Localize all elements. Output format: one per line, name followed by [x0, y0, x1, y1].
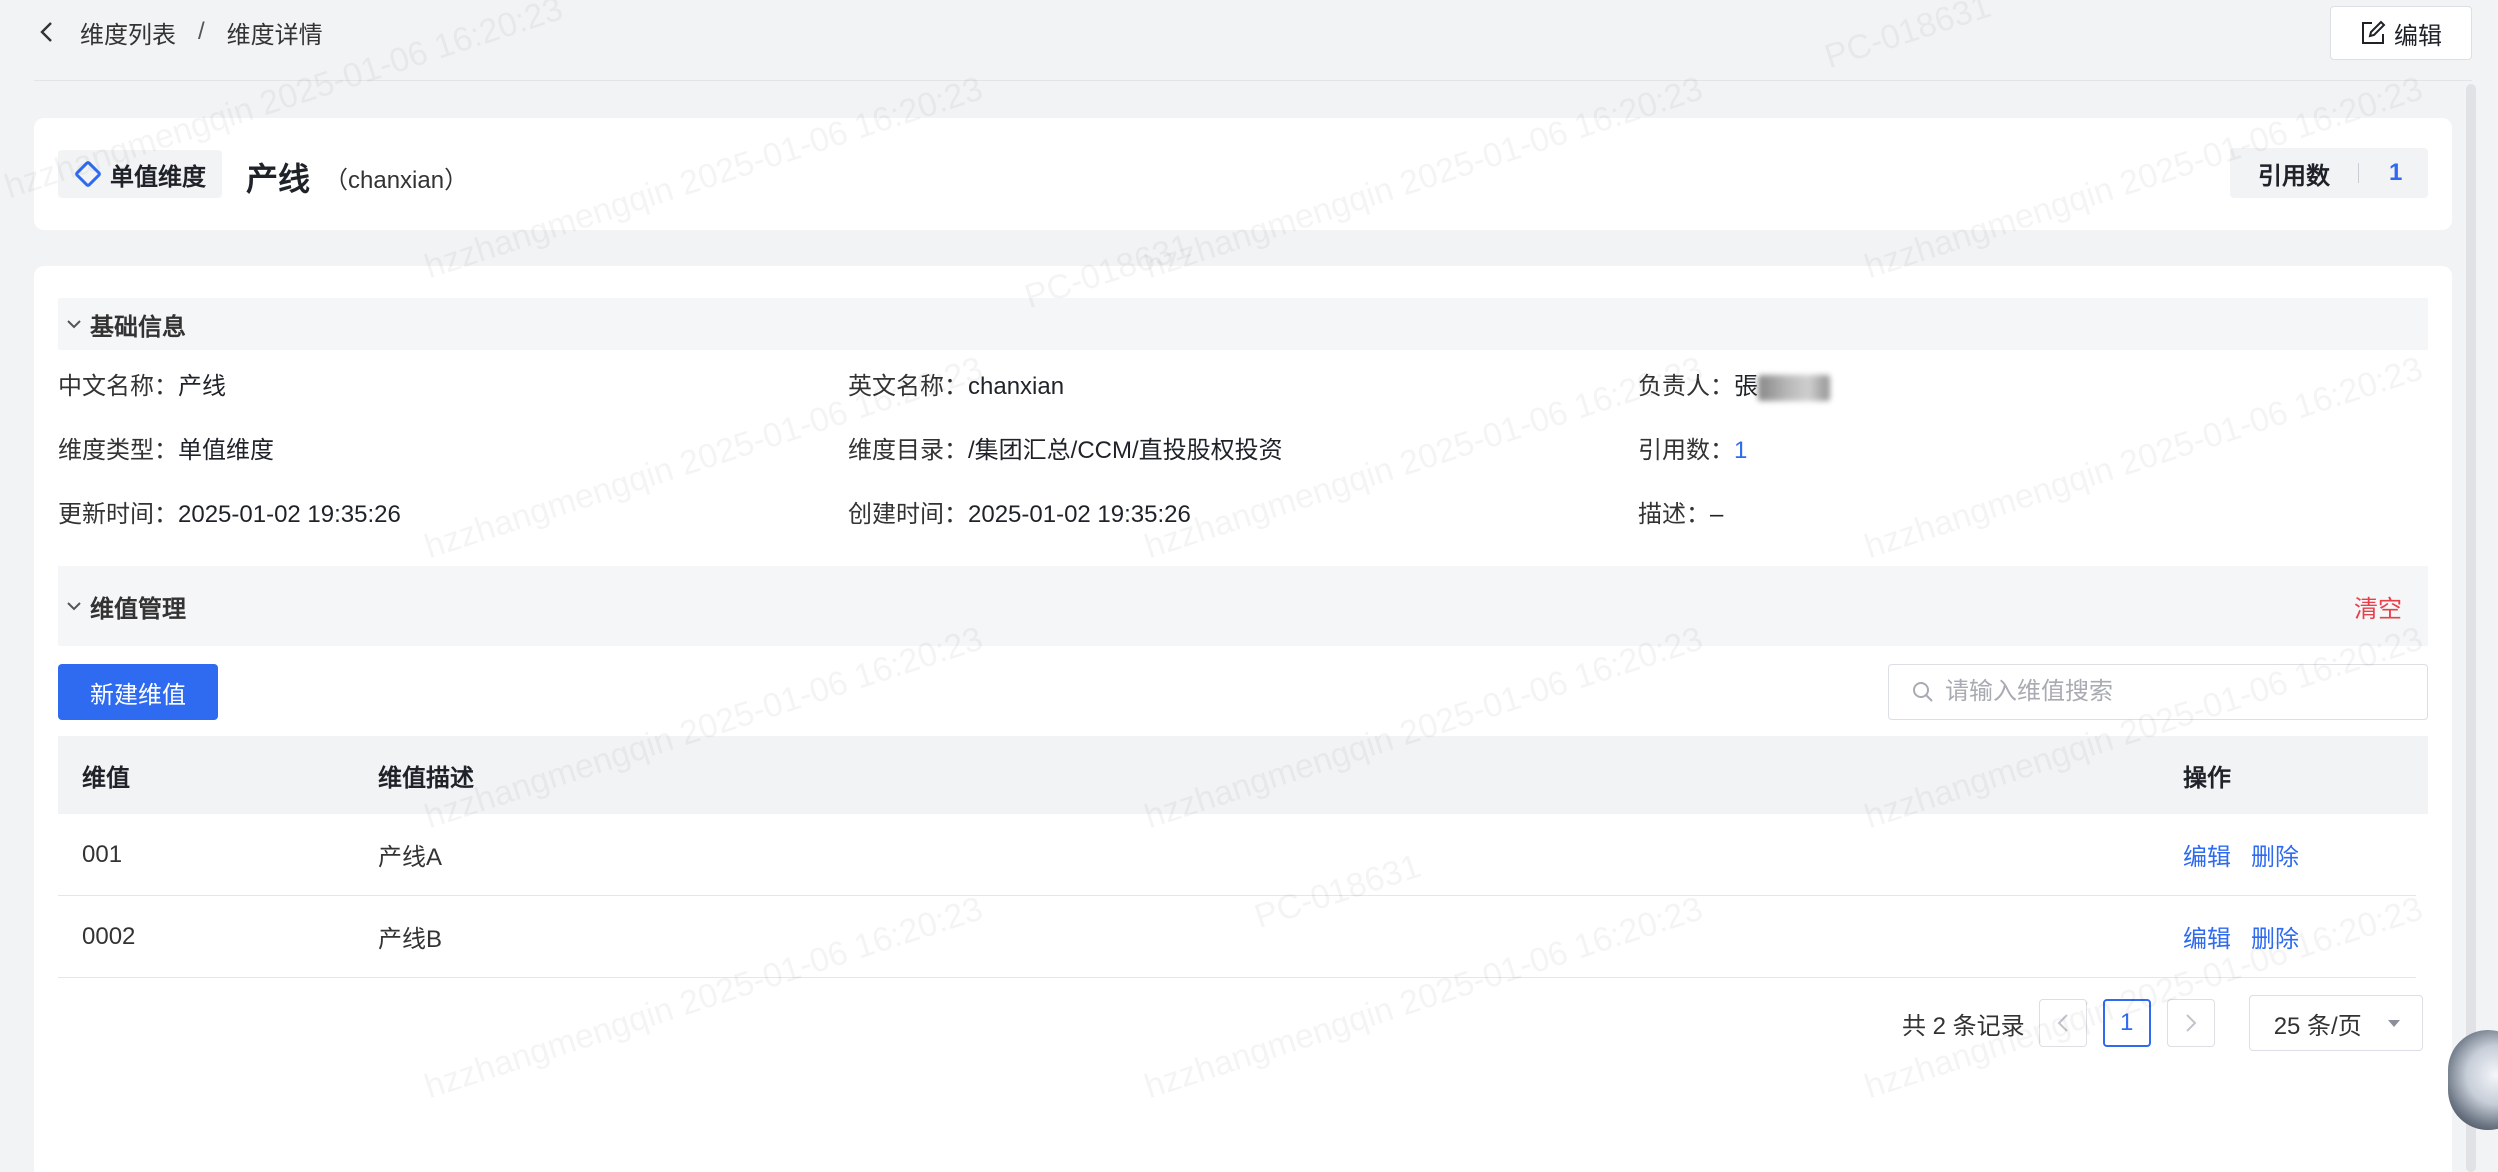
table-header: 维值 维值描述 操作 [58, 736, 2428, 814]
created-value: 2025-01-02 19:35:26 [968, 501, 1191, 528]
new-value-button[interactable]: 新建维值 [58, 664, 218, 720]
row-delete-button[interactable]: 删除 [2251, 837, 2299, 872]
scrollbar[interactable] [2466, 84, 2476, 1172]
cell-value: 001 [82, 840, 123, 868]
type-field: 维度类型：单值维度 [58, 430, 274, 465]
owner-initial: 張 [1734, 373, 1758, 400]
updated-value: 2025-01-02 19:35:26 [178, 501, 401, 528]
type-value: 单值维度 [178, 437, 274, 464]
edit-label: 编辑 [2394, 22, 2442, 50]
catalog-field: 维度目录：/集团汇总/CCM/直投股权投资 [848, 430, 1283, 465]
desc-label: 描述： [1638, 501, 1710, 528]
row-edit-button[interactable]: 编辑 [2183, 919, 2231, 954]
breadcrumb: 维度列表 / 维度详情 [34, 14, 323, 50]
chevron-down-icon [67, 602, 81, 611]
owner-field: 负责人：張 [1638, 366, 1830, 401]
updated-field: 更新时间：2025-01-02 19:35:26 [58, 494, 401, 529]
basic-info-title: 基础信息 [90, 313, 186, 341]
diamond-icon [73, 159, 103, 189]
cn-name-field: 中文名称：产线 [58, 366, 226, 401]
prev-page-button[interactable] [2038, 999, 2087, 1047]
detail-card: 基础信息 中文名称：产线 英文名称：chanxian 负责人：張 维度类型：单值… [34, 266, 2452, 1172]
cell-value: 0002 [82, 922, 136, 950]
back-icon[interactable] [34, 14, 58, 50]
dimension-header-card: 单值维度 产线 （chanxian） 引用数 1 [34, 118, 2452, 230]
chevron-left-icon [2057, 1014, 2068, 1032]
column-header-ops: 操作 [2183, 764, 2231, 792]
refs-label: 引用数： [1638, 437, 1734, 464]
dimension-type-tag: 单值维度 [58, 150, 222, 198]
edit-dimension-button[interactable]: 编辑 [2330, 6, 2472, 60]
top-bar: 维度列表 / 维度详情 编辑 [0, 0, 2498, 80]
chevron-right-icon [2185, 1014, 2197, 1032]
cell-desc: 产线B [378, 926, 443, 953]
basic-info-header[interactable]: 基础信息 [58, 298, 2428, 350]
values-table: 维值 维值描述 操作 001 产线A 编辑 删除 0002 产线B 编辑 删除 [58, 736, 2428, 978]
caret-down-icon [2387, 1019, 2400, 1027]
catalog-label: 维度目录： [848, 437, 968, 464]
next-page-button[interactable] [2166, 999, 2215, 1047]
table-row: 001 产线A 编辑 删除 [58, 814, 2416, 896]
search-icon [1913, 682, 1933, 702]
edit-icon [2362, 20, 2386, 44]
type-label: 维度类型： [58, 437, 178, 464]
pagination: 共 2 条记录 1 25 条/页 [1902, 995, 2423, 1051]
created-field: 创建时间：2025-01-02 19:35:26 [848, 494, 1191, 529]
ref-divider [2358, 163, 2359, 183]
search-input[interactable] [1945, 678, 2405, 706]
en-name-label: 英文名称： [848, 373, 968, 400]
page-size-select[interactable]: 25 条/页 [2248, 995, 2423, 1051]
catalog-value: /集团汇总/CCM/直投股权投资 [968, 437, 1283, 464]
column-header-desc: 维值描述 [378, 764, 474, 792]
dimension-english-name: （chanxian） [324, 167, 469, 194]
column-header-value: 维值 [82, 764, 130, 792]
cell-ops: 编辑 删除 [2183, 837, 2299, 872]
desc-value: – [1710, 501, 1724, 528]
row-edit-button[interactable]: 编辑 [2183, 837, 2231, 872]
owner-name-redacted [1758, 374, 1830, 401]
cn-name-label: 中文名称： [58, 373, 178, 400]
page-button-current[interactable]: 1 [2102, 999, 2151, 1047]
cell-ops: 编辑 删除 [2183, 919, 2299, 954]
updated-label: 更新时间： [58, 501, 178, 528]
breadcrumb-separator: / [198, 18, 205, 45]
page-size-value: 25 条/页 [2273, 1012, 2362, 1040]
desc-field: 描述：– [1638, 494, 1723, 529]
values-section-title: 维值管理 [90, 595, 186, 623]
table-row: 0002 产线B 编辑 删除 [58, 896, 2416, 978]
row-delete-button[interactable]: 删除 [2251, 919, 2299, 954]
assistant-float-icon[interactable] [2448, 1030, 2498, 1130]
reference-count-box: 引用数 1 [2230, 148, 2428, 198]
refs-field: 引用数：1 [1638, 430, 1747, 465]
cell-desc: 产线A [378, 844, 443, 871]
type-tag-label: 单值维度 [110, 163, 206, 191]
cn-name-value: 产线 [178, 373, 226, 400]
en-name-value: chanxian [968, 373, 1065, 400]
ref-count-value[interactable]: 1 [2389, 159, 2402, 187]
dimension-name: 产线 [246, 161, 311, 197]
values-section-header[interactable]: 维值管理 清空 [58, 566, 2428, 646]
breadcrumb-parent-link[interactable]: 维度列表 [80, 15, 176, 50]
created-label: 创建时间： [848, 501, 968, 528]
en-name-field: 英文名称：chanxian [848, 366, 1064, 401]
top-divider [34, 80, 2472, 81]
refs-value[interactable]: 1 [1734, 437, 1747, 464]
breadcrumb-current: 维度详情 [226, 21, 323, 49]
owner-label: 负责人： [1638, 373, 1734, 400]
clear-button[interactable]: 清空 [2354, 589, 2402, 624]
ref-count-label: 引用数 [2258, 162, 2330, 190]
value-search-box[interactable] [1888, 664, 2428, 720]
chevron-down-icon [67, 320, 81, 329]
total-records: 共 2 条记录 [1902, 1012, 2025, 1040]
